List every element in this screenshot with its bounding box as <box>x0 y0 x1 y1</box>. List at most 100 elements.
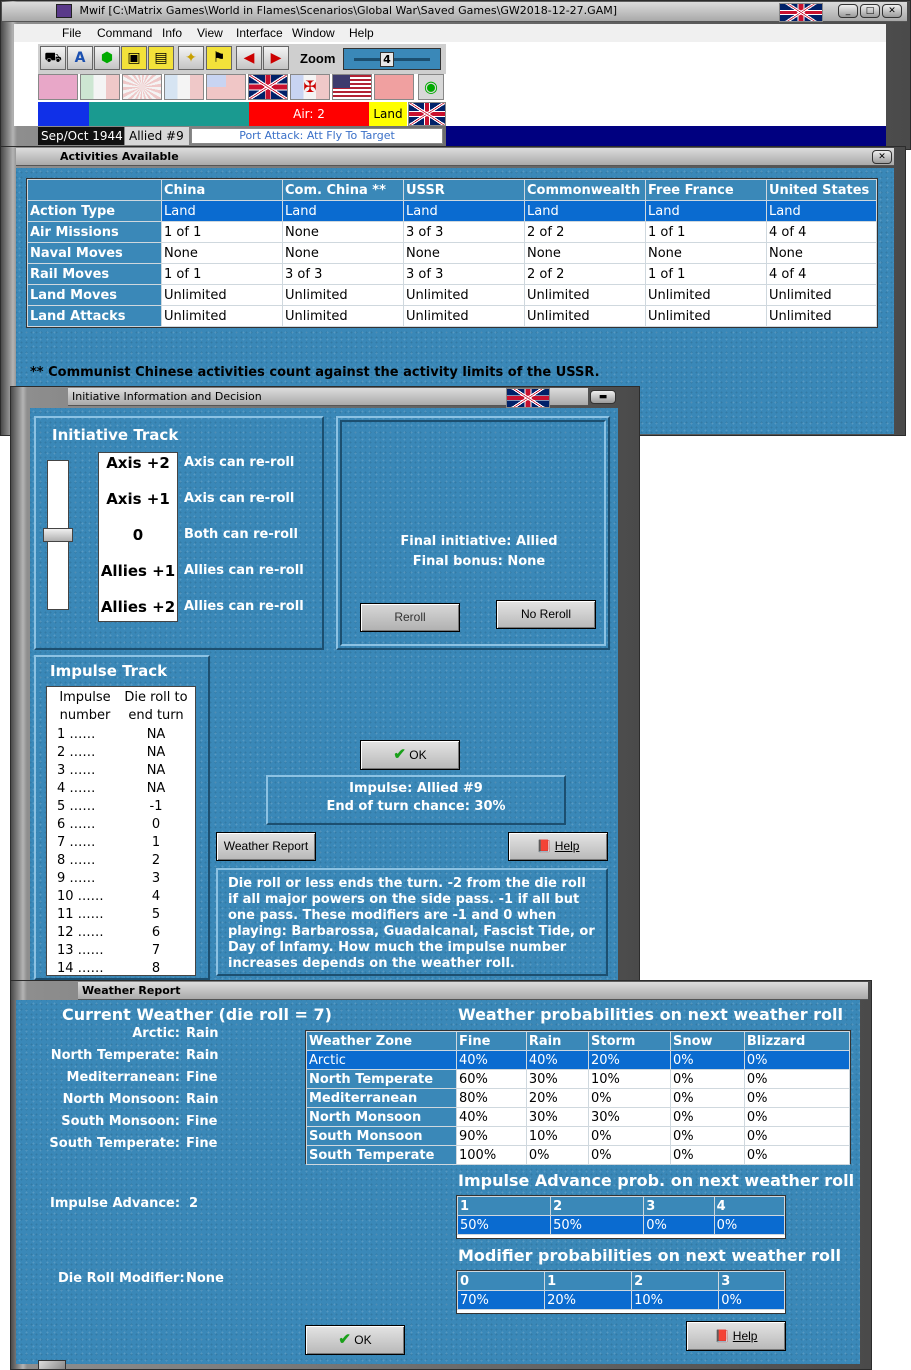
no-reroll-button[interactable]: No Reroll <box>496 600 596 629</box>
table-row[interactable]: North Temperate 60% 30% 10% 0% 0% <box>306 1069 851 1089</box>
table-cell: 0% <box>588 1088 671 1108</box>
table-row[interactable]: Naval Moves None None None None None Non… <box>27 242 877 264</box>
menu-view[interactable]: View <box>197 26 223 40</box>
table-cell: Unlimited <box>766 284 877 306</box>
advance-prob-table: 1 2 3 4 50% 50% 0% 0% <box>456 1196 786 1235</box>
impulse-col2-header: Die roll to end turn <box>124 690 188 723</box>
initiative-desc: Allies can re-roll <box>184 563 304 578</box>
row-label: Naval Moves <box>27 242 162 264</box>
row-label: North Temperate <box>306 1069 457 1089</box>
initiative-ok-button[interactable]: ✔ OK <box>360 740 460 770</box>
germany-flag-icon[interactable] <box>38 74 78 100</box>
vichy-flag-icon[interactable] <box>164 74 204 100</box>
zoom-slider-thumb[interactable]: 4 <box>380 52 394 67</box>
menu-interface[interactable]: Interface <box>236 26 283 40</box>
stack-tool-icon[interactable]: ▤ <box>148 46 174 70</box>
table-cell: 40% <box>456 1050 527 1070</box>
table-row[interactable]: North Monsoon 40% 30% 30% 0% 0% <box>306 1107 851 1127</box>
current-weather-value: Fine <box>186 1136 218 1151</box>
menu-command[interactable]: Command <box>97 26 152 40</box>
table-row[interactable]: South Temperate 100% 0% 0% 0% 0% <box>306 1145 851 1165</box>
initiative-desc: Both can re-roll <box>184 527 298 542</box>
impulse-die-roll: NA <box>146 763 166 778</box>
current-weather-value: Fine <box>186 1114 218 1129</box>
modifier-value: None <box>186 1271 224 1286</box>
table-row[interactable]: 50% 50% 0% 0% <box>456 1215 786 1235</box>
target-icon[interactable]: ◉ <box>418 74 444 100</box>
table-row[interactable]: Rail Moves 1 of 1 3 of 3 3 of 3 2 of 2 1… <box>27 263 877 285</box>
table-row[interactable]: 70% 20% 10% 0% <box>456 1290 785 1310</box>
arrow-right-icon[interactable]: ▶ <box>263 46 289 70</box>
zoom-slider[interactable]: 4 <box>343 48 441 70</box>
star-tool-icon[interactable]: ✦ <box>178 46 204 70</box>
impulse-number: 5 …… <box>57 799 96 814</box>
table-row[interactable]: Arctic 40% 40% 20% 0% 0% <box>306 1050 851 1070</box>
table-cell: Unlimited <box>161 305 283 327</box>
commonwealth-flag-icon[interactable] <box>248 74 288 100</box>
menu-window[interactable]: Window <box>292 26 335 40</box>
impulse-die-roll: 8 <box>151 961 161 976</box>
main-window-titlebar[interactable]: Mwif [C:\Matrix Games\World in Flames\Sc… <box>2 2 907 22</box>
usa-flag-icon[interactable] <box>332 74 372 100</box>
table-cell: Unlimited <box>282 284 404 306</box>
table-row[interactable]: Land Moves Unlimited Unlimited Unlimited… <box>27 284 877 306</box>
initiative-help-button[interactable]: 📕 Help <box>508 832 608 861</box>
japan-flag-icon[interactable] <box>122 74 162 100</box>
letter-a-tool-icon[interactable]: A <box>67 46 93 70</box>
ussr-flag-icon[interactable] <box>374 74 414 100</box>
maximize-button[interactable]: □ <box>860 4 880 18</box>
table-cell: 30% <box>525 1069 590 1089</box>
table-row[interactable]: South Monsoon 90% 10% 0% 0% 0% <box>306 1126 851 1146</box>
menu-info[interactable]: Info <box>162 26 182 40</box>
initiative-desc: Allies can re-roll <box>184 599 304 614</box>
impulse-number: 4 …… <box>57 781 96 796</box>
initiative-slider-thumb[interactable] <box>43 528 73 542</box>
table-cell: 0% <box>718 1290 785 1310</box>
activities-close-button[interactable]: ✕ <box>872 150 892 164</box>
current-weather-value: Rain <box>186 1048 219 1063</box>
impulse-die-roll: 1 <box>151 835 161 850</box>
impulse-die-roll: 4 <box>151 889 161 904</box>
activities-table-wrap: China Com. China ** USSR Commonwealth Fr… <box>26 178 878 328</box>
table-row[interactable]: Action Type Land Land Land Land Land Lan… <box>27 200 877 222</box>
status-message: Port Attack: Att Fly To Target <box>191 128 443 144</box>
row-label: Rail Moves <box>27 263 162 285</box>
menu-help[interactable]: Help <box>349 26 374 40</box>
weather-titlebar[interactable]: Weather Report <box>78 982 868 1000</box>
table-row[interactable]: Land Attacks Unlimited Unlimited Unlimit… <box>27 305 877 327</box>
impulse-die-roll: NA <box>146 745 166 760</box>
activities-table: China Com. China ** USSR Commonwealth Fr… <box>27 179 877 327</box>
current-weather-zone: South Temperate: <box>49 1136 180 1151</box>
tank-tool-icon[interactable]: ⛟ <box>40 46 66 70</box>
weather-prob-table: Weather Zone Fine Rain Storm Snow Blizzard Arc… <box>306 1031 851 1165</box>
advance-prob-table-wrap: 1 2 3 4 50% 50% 0% 0% <box>456 1195 786 1239</box>
initiative-level: Allies +2 <box>100 598 176 616</box>
resize-grip-icon[interactable] <box>38 1360 66 1370</box>
italy-flag-icon[interactable] <box>80 74 120 100</box>
free-france-flag-icon[interactable]: ✠ <box>290 74 330 100</box>
table-row[interactable]: Air Missions 1 of 1 None 3 of 3 2 of 2 1… <box>27 221 877 243</box>
table-cell: Unlimited <box>161 284 283 306</box>
modifier-prob-table-wrap: 0 1 2 3 70% 20% 10% 0% <box>456 1270 786 1314</box>
china-flag-icon[interactable] <box>206 74 246 100</box>
initiative-min-button[interactable]: ▬ <box>590 390 616 404</box>
table-row[interactable]: Mediterranean 80% 20% 0% 0% 0% <box>306 1088 851 1108</box>
flag-tool-icon[interactable]: ⚑ <box>206 46 232 70</box>
menu-file[interactable]: File <box>62 26 81 40</box>
impulse-die-roll: 0 <box>151 817 161 832</box>
table-cell: 3 of 3 <box>403 263 525 285</box>
reroll-button[interactable]: Reroll <box>360 603 460 632</box>
table-cell: 50% <box>456 1215 552 1235</box>
impulse-number: 11 …… <box>57 907 104 922</box>
weather-report-button[interactable]: Weather Report <box>216 832 316 861</box>
activities-titlebar[interactable]: Activities Available <box>16 148 894 166</box>
weather-ok-button[interactable]: ✔ OK <box>305 1325 405 1355</box>
weather-help-button[interactable]: 📕 Help <box>686 1321 786 1351</box>
impulse-number: 10 …… <box>57 889 104 904</box>
close-button[interactable]: ✕ <box>882 4 902 18</box>
minimize-button[interactable]: _ <box>838 4 858 18</box>
table-cell: Land <box>645 200 767 222</box>
arrow-left-icon[interactable]: ◀ <box>236 46 262 70</box>
hex-tool-icon[interactable]: ⬢ <box>94 46 120 70</box>
select-tool-icon[interactable]: ▣ <box>121 46 147 70</box>
